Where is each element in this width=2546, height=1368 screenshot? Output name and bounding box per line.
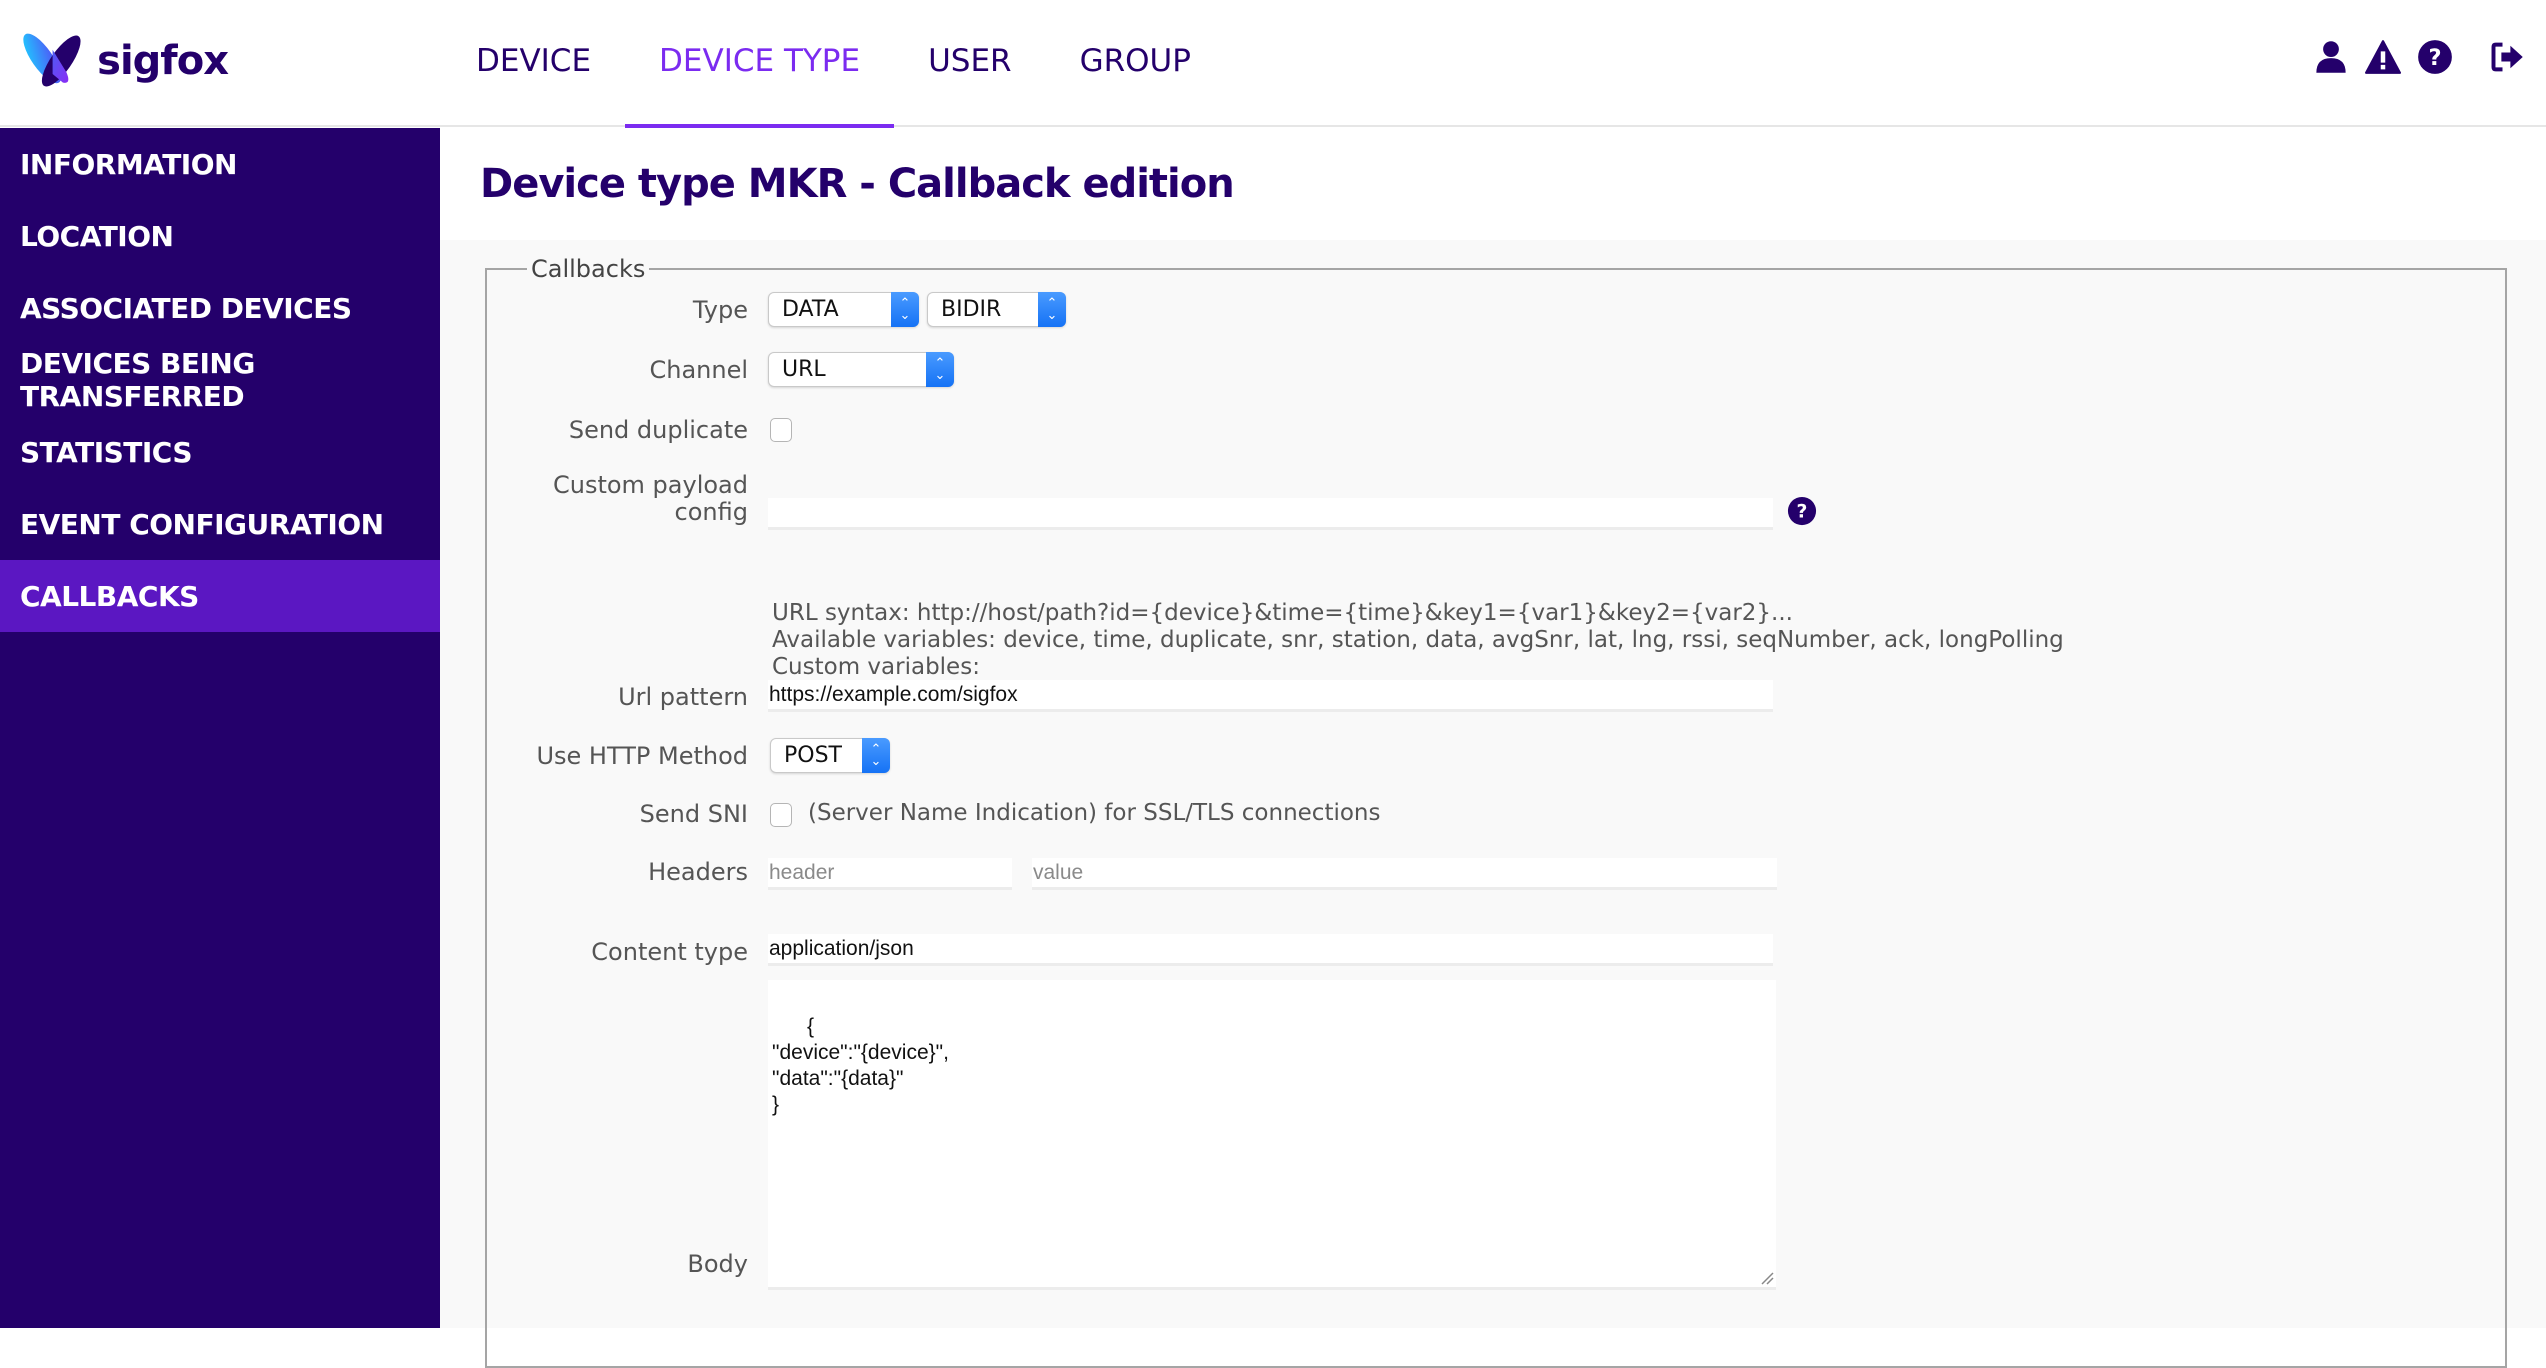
nav-tab-device[interactable]: DEVICE — [440, 0, 625, 127]
http-method-label: Use HTTP Method — [536, 742, 748, 770]
brand-name: sigfox — [97, 38, 229, 84]
custom-payload-label-line2: config — [674, 498, 748, 526]
select-arrows-icon: ⌃ ⌄ — [862, 738, 890, 773]
type-select-value: DATA — [782, 297, 839, 322]
callbacks-fieldset: Callbacks Type DATA ⌃ ⌄ BIDIR ⌃ ⌄ Channel … — [485, 255, 2507, 1368]
nav-tab-device-type[interactable]: DEVICE TYPE — [625, 0, 895, 129]
main-content: Device type MKR - Callback edition Callb… — [440, 128, 2546, 1368]
header-name-input[interactable]: header — [768, 858, 1012, 890]
http-method-select[interactable]: POST ⌃ ⌄ — [770, 738, 890, 773]
sidebar-item-statistics[interactable]: STATISTICS — [0, 416, 440, 488]
select-arrows-icon: ⌃ ⌄ — [926, 352, 954, 387]
content-type-input[interactable]: application/json — [768, 934, 1773, 966]
content-type-label: Content type — [591, 938, 748, 966]
type-label: Type — [692, 296, 748, 324]
nav-tab-group[interactable]: GROUP — [1046, 0, 1225, 127]
custom-variables-text: Custom variables: — [772, 654, 980, 680]
send-sni-label: Send SNI — [639, 800, 748, 828]
select-arrows-icon: ⌃ ⌄ — [891, 292, 919, 327]
help-icon[interactable]: ? — [2416, 38, 2454, 76]
sidebar-item-event-configuration[interactable]: EVENT CONFIGURATION — [0, 488, 440, 560]
headers-label: Headers — [648, 858, 748, 886]
available-variables-text: Available variables: device, time, dupli… — [772, 627, 2064, 653]
custom-payload-label-line1: Custom payload — [552, 471, 748, 499]
warning-icon[interactable] — [2364, 38, 2402, 76]
user-icon[interactable] — [2312, 38, 2350, 76]
type-select[interactable]: DATA ⌃ ⌄ — [768, 292, 919, 327]
body-label: Body — [687, 1250, 748, 1278]
sigfox-logo[interactable]: sigfox — [18, 26, 229, 96]
title-bar: Device type MKR - Callback edition — [440, 128, 2546, 240]
send-sni-description: (Server Name Indication) for SSL/TLS con… — [808, 800, 1381, 826]
sidebar-item-devices-being-transferred[interactable]: DEVICES BEING TRANSFERRED — [0, 344, 440, 416]
url-syntax-text: URL syntax: http://host/path?id={device}… — [772, 600, 1793, 626]
sidebar-item-location[interactable]: LOCATION — [0, 200, 440, 272]
nav-tab-user[interactable]: USER — [894, 0, 1046, 127]
help-icon[interactable]: ? — [1787, 496, 1817, 526]
fieldset-legend: Callbacks — [527, 255, 650, 283]
svg-text:?: ? — [2428, 45, 2441, 71]
direction-select[interactable]: BIDIR ⌃ ⌄ — [927, 292, 1066, 327]
header-actions: ? — [2312, 38, 2526, 76]
sidebar-item-associated-devices[interactable]: ASSOCIATED DEVICES — [0, 272, 440, 344]
custom-payload-label: Custom payload config — [487, 472, 748, 526]
resize-handle-icon[interactable] — [1758, 1269, 1774, 1285]
main-nav: DEVICE DEVICE TYPE USER GROUP — [440, 0, 1225, 129]
body-textarea-value: { "device":"{device}", "data":"{data}" } — [772, 1015, 949, 1116]
sidebar-item-callbacks[interactable]: CALLBACKS — [0, 560, 440, 632]
svg-text:?: ? — [1797, 502, 1808, 523]
header-value-input[interactable]: value — [1032, 858, 1777, 890]
send-sni-checkbox[interactable] — [770, 803, 792, 827]
custom-payload-input[interactable] — [768, 498, 1773, 530]
direction-select-value: BIDIR — [941, 297, 1002, 322]
url-pattern-label: Url pattern — [618, 683, 748, 711]
top-header: sigfox DEVICE DEVICE TYPE USER GROUP ? — [0, 0, 2546, 129]
channel-label: Channel — [649, 356, 748, 384]
send-duplicate-checkbox[interactable] — [770, 418, 792, 442]
url-pattern-input[interactable]: https://example.com/sigfox — [768, 680, 1773, 712]
logout-icon[interactable] — [2488, 38, 2526, 76]
send-duplicate-label: Send duplicate — [568, 416, 748, 444]
http-method-value: POST — [784, 743, 842, 768]
url-help-text: URL syntax: http://host/path?id={device}… — [772, 600, 2064, 681]
channel-select[interactable]: URL ⌃ ⌄ — [768, 352, 954, 387]
select-arrows-icon: ⌃ ⌄ — [1038, 292, 1066, 327]
sidebar: INFORMATION LOCATION ASSOCIATED DEVICES … — [0, 128, 440, 1328]
page-title: Device type MKR - Callback edition — [480, 161, 1235, 207]
sidebar-item-information[interactable]: INFORMATION — [0, 128, 440, 200]
sigfox-butterfly-icon — [23, 33, 81, 87]
body-textarea[interactable]: { "device":"{device}", "data":"{data}" } — [768, 980, 1776, 1290]
channel-select-value: URL — [782, 357, 826, 382]
